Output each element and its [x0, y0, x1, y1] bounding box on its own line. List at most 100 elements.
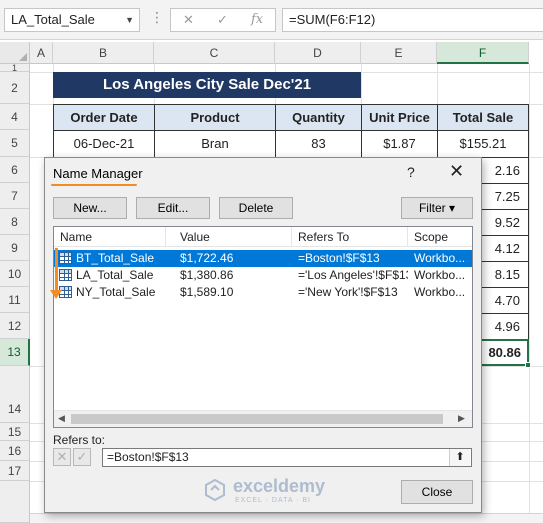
row-header-12[interactable]: 12 [0, 313, 30, 339]
col-header-a[interactable]: A [30, 42, 53, 64]
scroll-left-icon[interactable]: ◀ [58, 413, 65, 424]
table-cell[interactable]: 83 [275, 130, 362, 158]
fill-handle[interactable] [525, 362, 531, 368]
new-button-label: New... [73, 201, 107, 215]
table-header-quantity: Quantity [275, 104, 362, 131]
delete-button-label: Delete [238, 201, 274, 215]
list-item[interactable]: BT_Total_Sale $1,722.46 =Boston!$F$13 Wo… [54, 250, 472, 267]
row-header-17[interactable]: 17 [0, 461, 30, 481]
list-col-name[interactable]: Name [54, 227, 166, 247]
list-item-name: NY_Total_Sale [76, 285, 156, 299]
sheet-title: Los Angeles City Sale Dec'21 [53, 72, 361, 98]
table-cell[interactable]: 06-Dec-21 [53, 130, 155, 158]
filter-button[interactable]: Filter ▾ [401, 197, 473, 219]
row-header-16[interactable]: 16 [0, 441, 30, 461]
col-header-f[interactable]: F [437, 42, 529, 64]
list-item-scope: Workbo... [414, 251, 466, 265]
list-item-name: BT_Total_Sale [76, 251, 155, 265]
collapse-dialog-icon[interactable]: ⬆ [449, 449, 470, 466]
names-list[interactable]: Name Value Refers To Scope BT_Total_Sale… [53, 226, 473, 428]
row-header-11[interactable]: 11 [0, 287, 30, 313]
table-cell[interactable]: Bran [154, 130, 276, 158]
list-item-name: LA_Total_Sale [76, 268, 154, 282]
gridline [529, 64, 530, 523]
title-highlight-underline [51, 184, 137, 186]
close-button-label: Close [421, 485, 453, 499]
row-header-8[interactable]: 8 [0, 209, 30, 235]
insert-function-icon[interactable]: fx [251, 12, 263, 27]
row-header-7[interactable]: 7 [0, 183, 30, 209]
list-item-scope: Workbo... [414, 285, 466, 299]
edit-button[interactable]: Edit... [136, 197, 210, 219]
formula-bar: LA_Total_Sale ▼ ⋮ ✕ ✓ fx =SUM(F6:F12) [0, 0, 543, 40]
list-item[interactable]: NY_Total_Sale $1,589.10 ='New York'!$F$1… [54, 284, 472, 301]
annotation-arrow-head [50, 290, 62, 299]
list-col-value[interactable]: Value [174, 227, 292, 247]
table-cell[interactable]: $155.21 [437, 130, 529, 158]
scrollbar-thumb[interactable] [71, 414, 443, 424]
chevron-down-icon[interactable]: ▼ [125, 9, 134, 31]
filter-button-label: Filter [418, 201, 446, 215]
list-item-value: $1,722.46 [180, 251, 234, 265]
list-col-scope[interactable]: Scope [408, 227, 472, 247]
row-header-blank [0, 481, 30, 523]
row-header-5[interactable]: 5 [0, 130, 30, 157]
table-header-total-sale: Total Sale [437, 104, 529, 131]
table-header-order-date: Order Date [53, 104, 155, 131]
row-header-1[interactable]: 1 [0, 64, 30, 73]
col-header-b[interactable]: B [53, 42, 154, 64]
close-button[interactable]: Close [401, 480, 473, 504]
exceldemy-watermark: exceldemy EXCEL · DATA · BI [203, 476, 373, 508]
delete-button[interactable]: Delete [219, 197, 293, 219]
name-manager-dialog: Name Manager ? ✕ New... Edit... Delete F… [44, 157, 482, 513]
table-header-unit-price: Unit Price [361, 104, 438, 131]
cancel-ref-icon[interactable]: ✕ [53, 448, 71, 466]
list-item-refers-to: ='Los Angeles'!$F$13 [298, 268, 408, 282]
col-header-d[interactable]: D [275, 42, 361, 64]
scroll-right-icon[interactable]: ▶ [458, 413, 465, 424]
formula-input[interactable]: =SUM(F6:F12) [282, 8, 543, 32]
cancel-icon[interactable]: ✕ [183, 12, 194, 28]
name-box[interactable]: LA_Total_Sale ▼ [4, 8, 140, 32]
watermark-name: exceldemy [233, 476, 326, 496]
list-item-value: $1,589.10 [180, 285, 234, 299]
selected-cell-value: 80.86 [488, 345, 521, 360]
help-icon[interactable]: ? [407, 164, 415, 180]
new-button[interactable]: New... [53, 197, 127, 219]
list-item[interactable]: LA_Total_Sale $1,380.86 ='Los Angeles'!$… [54, 267, 472, 284]
list-item-scope: Workbo... [414, 268, 466, 282]
list-header: Name Value Refers To Scope [54, 227, 472, 247]
exceldemy-logo-icon [205, 478, 225, 502]
list-item-value: $1,380.86 [180, 268, 234, 282]
dialog-title: Name Manager [53, 166, 143, 181]
row-header-14[interactable]: 14 [0, 366, 30, 423]
list-col-refers-to[interactable]: Refers To [292, 227, 408, 247]
formula-buttons: ✕ ✓ fx [170, 8, 276, 32]
row-header-13[interactable]: 13 [0, 339, 30, 366]
col-header-c[interactable]: C [154, 42, 275, 64]
chevron-down-icon: ▾ [448, 201, 456, 215]
annotation-arrow-shaft [55, 248, 58, 292]
row-header-15[interactable]: 15 [0, 423, 30, 441]
table-cell[interactable]: $1.87 [361, 130, 438, 158]
horizontal-scrollbar[interactable]: ◀ ▶ [54, 410, 472, 427]
select-all-corner[interactable] [0, 42, 30, 64]
list-item-refers-to: =Boston!$F$13 [298, 251, 380, 265]
row-header-9[interactable]: 9 [0, 235, 30, 261]
col-header-e[interactable]: E [361, 42, 437, 64]
row-header-10[interactable]: 10 [0, 261, 30, 287]
list-item-refers-to: ='New York'!$F$13 [298, 285, 398, 299]
more-options-icon[interactable]: ⋮ [150, 9, 164, 26]
refers-to-label: Refers to: [53, 433, 106, 447]
row-header-4[interactable]: 4 [0, 104, 30, 130]
enter-icon[interactable]: ✓ [217, 12, 228, 28]
sheet-bottom-bar [30, 513, 543, 523]
refers-to-input[interactable]: =Boston!$F$13 [102, 448, 472, 467]
watermark-tagline: EXCEL · DATA · BI [235, 497, 311, 504]
row-header-2[interactable]: 2 [0, 72, 30, 104]
refers-to-value: =Boston!$F$13 [107, 450, 189, 464]
row-header-6[interactable]: 6 [0, 157, 30, 183]
table-header-product: Product [154, 104, 276, 131]
confirm-ref-icon[interactable]: ✓ [73, 448, 91, 466]
close-icon[interactable]: ✕ [449, 161, 464, 182]
